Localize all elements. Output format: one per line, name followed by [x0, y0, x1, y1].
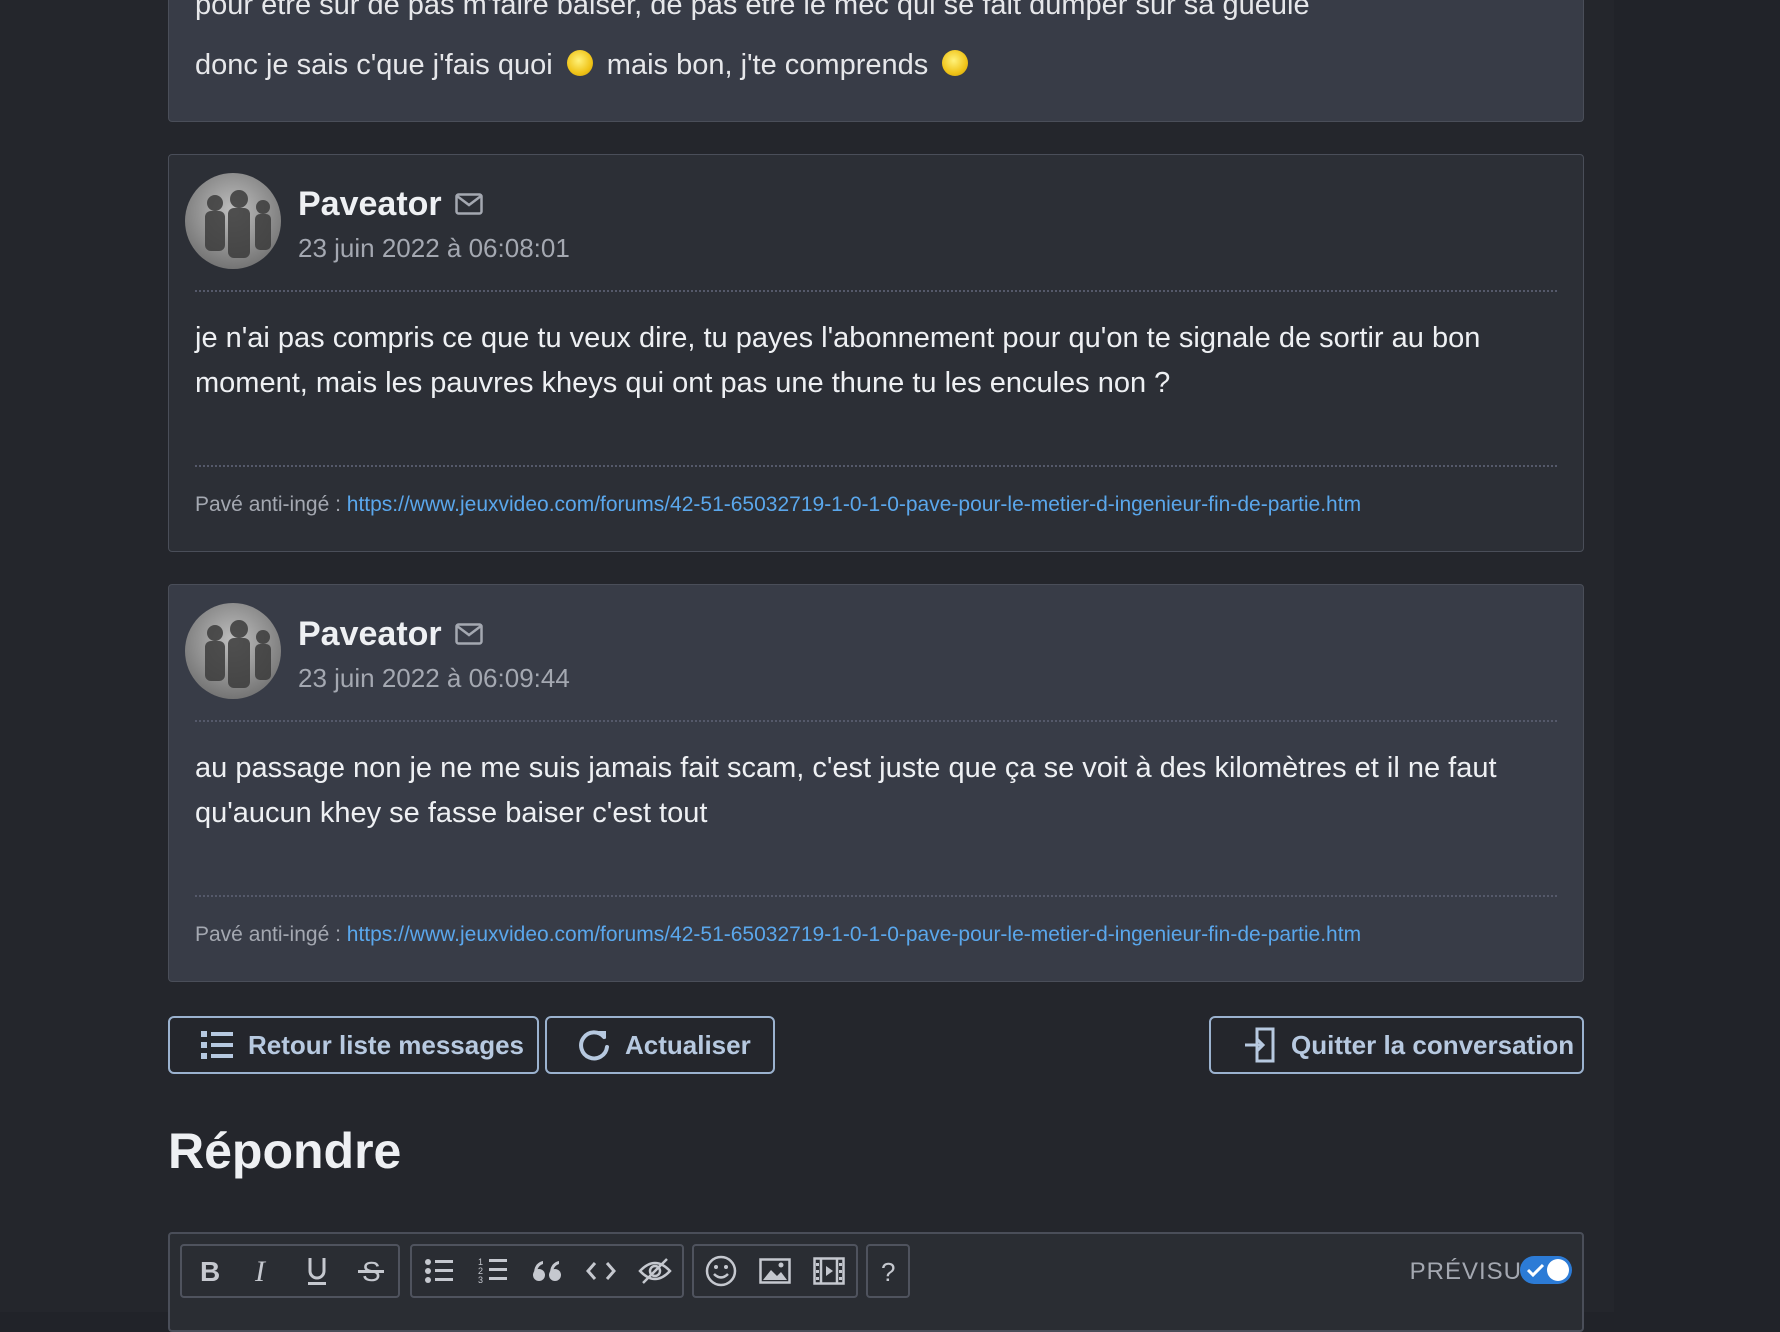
bold-icon: B [200, 1256, 220, 1286]
avatar[interactable] [185, 603, 281, 699]
message-body: je n'ai pas compris ce que tu veux dire,… [195, 322, 1481, 399]
smiley-icon [705, 1255, 737, 1287]
strikethrough-button[interactable]: S [344, 1246, 398, 1296]
back-to-list-label: Retour liste messages [248, 1029, 525, 1060]
message-body: au passage non je ne me suis jamais fait… [195, 752, 1497, 829]
bullet-list-icon [425, 1259, 453, 1283]
author-name[interactable]: Paveator [298, 185, 442, 224]
svg-text:I: I [254, 1256, 267, 1286]
refresh-button[interactable]: Actualiser [545, 1016, 775, 1074]
smile-emoji-icon [566, 50, 593, 76]
list-icon [201, 1031, 233, 1059]
quote-icon [533, 1261, 561, 1281]
numbered-list-button[interactable]: 123 [466, 1246, 520, 1296]
divider [195, 290, 1557, 292]
italic-icon: I [254, 1256, 267, 1286]
divider [195, 895, 1557, 897]
signature: Pavé anti-ingé : https://www.jeuxvideo.c… [195, 923, 1361, 947]
message-text-part2: mais bon, j'te comprends [606, 49, 929, 81]
message-text-last-line: donc je sais c'que j'fais quoi mais bon,… [195, 49, 974, 82]
message-card-previous: pour être sûr de pas m'faire baiser, de … [168, 0, 1584, 122]
numbered-list-icon: 123 [478, 1257, 507, 1285]
strikethrough-icon: S [358, 1256, 384, 1286]
message-date: 23 juin 2022 à 06:08:01 [298, 233, 570, 263]
refresh-label: Actualiser [625, 1029, 751, 1060]
main-column: pour être sûr de pas m'faire baiser, de … [0, 0, 1614, 1332]
author-name[interactable]: Paveator [298, 615, 442, 654]
bold-button[interactable]: B [182, 1246, 236, 1296]
message-card: Paveator 23 juin 2022 à 06:09:44 au pass… [168, 584, 1584, 982]
refresh-icon [579, 1030, 609, 1061]
toggle-knob [1547, 1259, 1569, 1281]
toolbar-group-format: B I S [180, 1244, 400, 1298]
signature: Pavé anti-ingé : https://www.jeuxvideo.c… [195, 493, 1361, 517]
underline-icon [308, 1258, 326, 1285]
question-mark-icon: ? [881, 1257, 895, 1285]
video-button[interactable] [802, 1246, 856, 1296]
leave-conversation-button[interactable]: Quitter la conversation [1209, 1016, 1584, 1074]
code-icon [586, 1262, 616, 1280]
message-card: Paveator 23 juin 2022 à 06:08:01 je n'ai… [168, 154, 1584, 552]
leave-conversation-label: Quitter la conversation [1291, 1029, 1575, 1060]
help-button[interactable]: ? [868, 1246, 908, 1296]
divider [195, 720, 1557, 722]
message-text-part1: donc je sais c'que j'fais quoi [195, 49, 553, 81]
laugh-emoji-icon [942, 50, 969, 76]
signature-link[interactable]: https://www.jeuxvideo.com/forums/42-51-6… [347, 923, 1361, 946]
signature-link[interactable]: https://www.jeuxvideo.com/forums/42-51-6… [347, 493, 1361, 516]
bullet-list-button[interactable] [412, 1246, 466, 1296]
exit-door-icon [1245, 1027, 1275, 1063]
check-icon [1526, 1263, 1545, 1278]
image-button[interactable] [748, 1246, 802, 1296]
image-icon [759, 1258, 791, 1284]
avatar[interactable] [185, 173, 281, 269]
reply-heading: Répondre [168, 1123, 402, 1179]
toolbar-group-media [692, 1244, 858, 1298]
svg-text:?: ? [881, 1257, 895, 1285]
message-date: 23 juin 2022 à 06:09:44 [298, 663, 570, 693]
quote-button[interactable] [520, 1246, 574, 1296]
signature-label: Pavé anti-ingé : [195, 493, 347, 516]
eye-slash-icon [638, 1258, 672, 1284]
spoiler-button[interactable] [628, 1246, 682, 1296]
underline-button[interactable] [290, 1246, 344, 1296]
signature-label: Pavé anti-ingé : [195, 923, 347, 946]
mail-icon[interactable] [455, 193, 483, 215]
code-button[interactable] [574, 1246, 628, 1296]
message-text-cut: pour être sûr de pas m'faire baiser, de … [195, 0, 1310, 21]
toolbar-group-help: ? [866, 1244, 910, 1298]
film-icon [813, 1257, 845, 1285]
preview-label: PRÉVISU [1409, 1258, 1522, 1285]
emoji-button[interactable] [694, 1246, 748, 1296]
italic-button[interactable]: I [236, 1246, 290, 1296]
svg-text:3: 3 [478, 1275, 483, 1285]
svg-text:B: B [200, 1256, 220, 1286]
preview-toggle[interactable] [1520, 1256, 1572, 1284]
back-to-list-button[interactable]: Retour liste messages [168, 1016, 539, 1074]
mail-icon[interactable] [455, 623, 483, 645]
divider [195, 465, 1557, 467]
toolbar-group-blocks: 123 [410, 1244, 684, 1298]
reply-editor: B I S 123 ? PRÉVISU [168, 1232, 1584, 1332]
